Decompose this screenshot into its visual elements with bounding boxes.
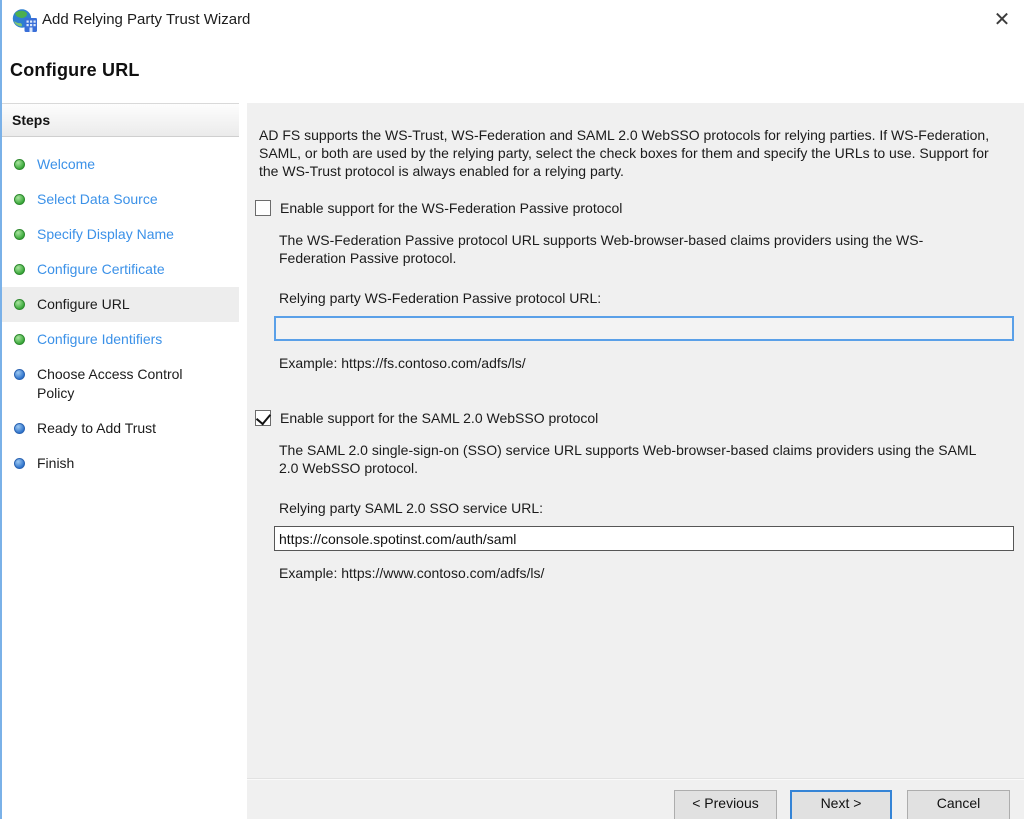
- wsfed-section: The WS-Federation Passive protocol URL s…: [279, 231, 1014, 307]
- cancel-button[interactable]: Cancel: [907, 790, 1010, 819]
- wsfed-url-label: Relying party WS-Federation Passive prot…: [279, 289, 1014, 307]
- saml-url-input[interactable]: [274, 526, 1014, 551]
- footer-divider: [247, 778, 1024, 780]
- step-label: Configure URL: [37, 295, 130, 314]
- saml-checkbox-row: Enable support for the SAML 2.0 WebSSO p…: [255, 409, 1014, 427]
- close-icon[interactable]: ✕: [984, 4, 1020, 34]
- sidebar-step-welcome[interactable]: Welcome: [2, 147, 239, 182]
- saml-url-label: Relying party SAML 2.0 SSO service URL:: [279, 499, 1014, 517]
- step-complete-dot-icon: [14, 229, 25, 240]
- step-complete-dot-icon: [14, 334, 25, 345]
- step-pending-dot-icon: [14, 458, 25, 469]
- wizard-content: Steps Welcome Select Data Source Specify D…: [2, 103, 1024, 819]
- saml-section: The SAML 2.0 single-sign-on (SSO) servic…: [279, 441, 1014, 517]
- wsfed-url-input[interactable]: [274, 316, 1014, 341]
- saml-checkbox-label[interactable]: Enable support for the SAML 2.0 WebSSO p…: [280, 409, 598, 427]
- step-complete-dot-icon: [14, 194, 25, 205]
- step-pending-dot-icon: [14, 423, 25, 434]
- step-label: Ready to Add Trust: [37, 419, 156, 438]
- title-bar: Add Relying Party Trust Wizard ✕: [2, 0, 1024, 40]
- step-label: Welcome: [37, 155, 95, 174]
- wsfed-checkbox-label[interactable]: Enable support for the WS-Federation Pas…: [280, 199, 622, 217]
- sidebar-step-specify-display-name[interactable]: Specify Display Name: [2, 217, 239, 252]
- wsfed-description: The WS-Federation Passive protocol URL s…: [279, 231, 984, 267]
- step-complete-dot-icon: [14, 299, 25, 310]
- window-title: Add Relying Party Trust Wizard: [42, 11, 250, 28]
- wizard-window: Add Relying Party Trust Wizard ✕ Configu…: [0, 0, 1024, 819]
- step-label: Select Data Source: [37, 190, 158, 209]
- sidebar-step-choose-access-control-policy: Choose Access Control Policy: [2, 357, 239, 411]
- step-complete-dot-icon: [14, 159, 25, 170]
- saml-example-text: Example: https://www.contoso.com/adfs/ls…: [279, 564, 1014, 582]
- wsfed-checkbox-row: Enable support for the WS-Federation Pas…: [255, 199, 1014, 217]
- sidebar-step-configure-url: Configure URL: [2, 287, 239, 322]
- steps-header: Steps: [2, 103, 239, 137]
- configure-url-panel: AD FS supports the WS-Trust, WS-Federati…: [247, 103, 1024, 819]
- sidebar-step-configure-certificate[interactable]: Configure Certificate: [2, 252, 239, 287]
- step-label: Choose Access Control Policy: [37, 365, 207, 403]
- saml-enable-checkbox[interactable]: [255, 410, 271, 426]
- sidebar-step-finish: Finish: [2, 446, 239, 481]
- intro-text: AD FS supports the WS-Trust, WS-Federati…: [259, 126, 999, 180]
- page-title: Configure URL: [10, 60, 140, 81]
- sidebar-step-select-data-source[interactable]: Select Data Source: [2, 182, 239, 217]
- previous-button[interactable]: < Previous: [674, 790, 777, 819]
- step-pending-dot-icon: [14, 369, 25, 380]
- step-label: Configure Identifiers: [37, 330, 162, 349]
- step-label: Specify Display Name: [37, 225, 174, 244]
- step-label: Finish: [37, 454, 74, 473]
- wsfed-enable-checkbox[interactable]: [255, 200, 271, 216]
- steps-list: Welcome Select Data Source Specify Display…: [2, 137, 239, 481]
- steps-sidebar: Steps Welcome Select Data Source Specify D…: [2, 103, 239, 819]
- sidebar-step-configure-identifiers[interactable]: Configure Identifiers: [2, 322, 239, 357]
- step-label: Configure Certificate: [37, 260, 165, 279]
- step-complete-dot-icon: [14, 264, 25, 275]
- wsfed-example-text: Example: https://fs.contoso.com/adfs/ls/: [279, 354, 1014, 372]
- saml-description: The SAML 2.0 single-sign-on (SSO) servic…: [279, 441, 984, 477]
- adfs-wizard-icon: [12, 8, 38, 33]
- sidebar-step-ready-to-add-trust: Ready to Add Trust: [2, 411, 239, 446]
- next-button[interactable]: Next >: [790, 790, 892, 819]
